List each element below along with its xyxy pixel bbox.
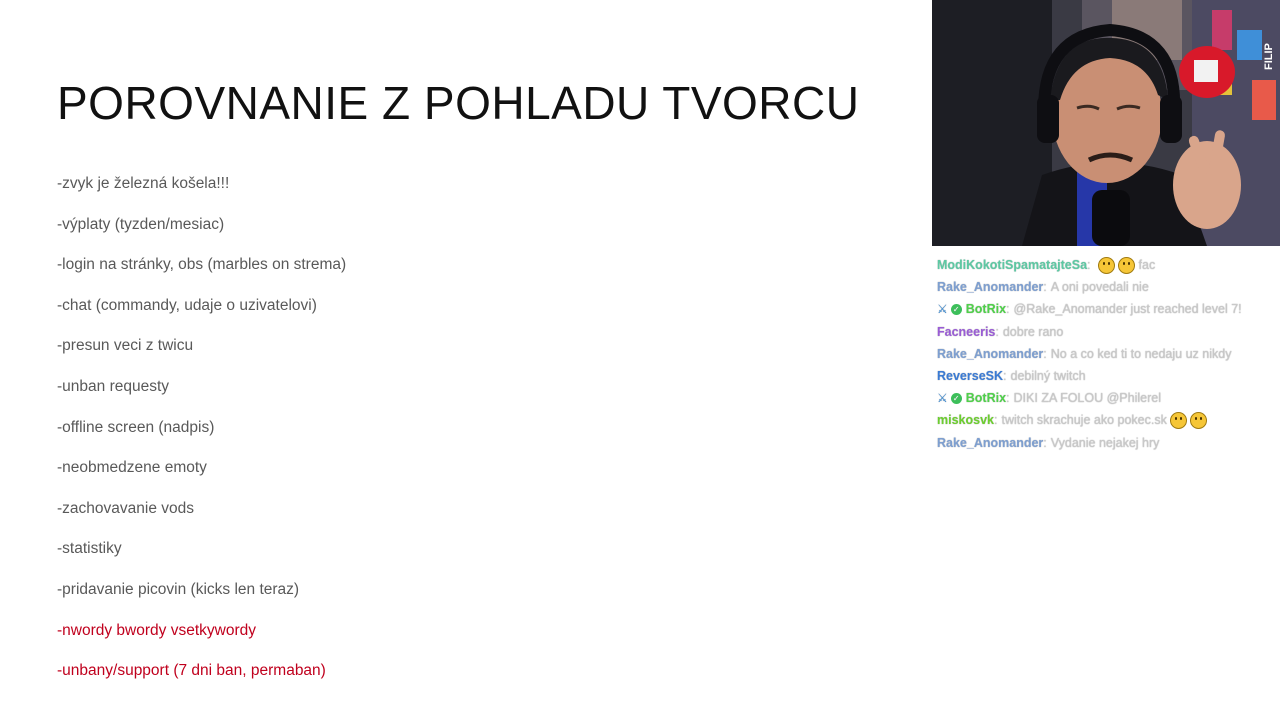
chat-separator: : — [1003, 369, 1007, 384]
bullet-item: -neobmedzene emoty — [57, 459, 207, 477]
bullet-item: -chat (commandy, udaje o uzivatelovi) — [57, 296, 317, 314]
chat-username[interactable]: miskosvk — [937, 410, 994, 430]
chat-text: @Rake_Anomander just reached level 7! — [1013, 302, 1242, 317]
chat-separator: : — [993, 413, 998, 428]
chat-separator: : — [1006, 391, 1010, 406]
chat-message: ⚔ ✓ BotRix: DIKI ZA FOLOU @Philerel — [937, 387, 1277, 409]
chat-username[interactable]: Rake_Anomander — [937, 433, 1043, 453]
chat-separator: : — [1087, 258, 1091, 273]
chat-separator: : — [995, 324, 999, 339]
bullet-item: -offline screen (nadpis) — [57, 418, 215, 436]
chat-message: ModiKokotiSpamatajteSa: fac — [937, 254, 1277, 276]
slide-title: POROVNANIE Z POHLADU TVORCU — [57, 77, 860, 129]
bullet-item: -presun veci z twicu — [57, 337, 194, 355]
poster-text: FILIP — [1263, 43, 1275, 70]
bullet-item: -pridavanie picovin (kicks len teraz) — [57, 580, 300, 598]
chat-text: twitch skrachuje ako pokec.sk — [1001, 413, 1167, 428]
chat-separator: : — [1043, 346, 1047, 361]
chat-message: Rake_Anomander: A oni povedali nie — [937, 276, 1277, 298]
chat-separator: : — [1043, 435, 1047, 450]
chat-username[interactable]: BotRix — [966, 299, 1006, 319]
verified-icon: ✓ — [950, 303, 962, 315]
emote-icon — [1189, 411, 1207, 429]
sword-icon: ⚔ — [937, 302, 948, 317]
bullet-item: -zachovavanie vods — [57, 499, 194, 517]
chat-text: fac — [1138, 258, 1156, 273]
chat-message: miskosvk: twitch skrachuje ako pokec.sk — [937, 409, 1277, 431]
bullet-list: -zvyk je železná košela!!! -výplaty (tyzd… — [57, 174, 346, 702]
chat-separator: : — [1043, 280, 1047, 295]
chat-separator: : — [1006, 302, 1010, 317]
chat-message: Rake_Anomander: Vydanie nejakej hry — [937, 432, 1277, 454]
emote-icon — [1097, 256, 1115, 274]
bullet-item: -nwordy bwordy vsetkywordy — [57, 621, 256, 639]
chat-text: A oni povedali nie — [1050, 280, 1149, 295]
chat-username[interactable]: ModiKokotiSpamatajteSa — [937, 255, 1087, 275]
chat-username[interactable]: BotRix — [966, 388, 1006, 408]
emote-icon — [1169, 411, 1187, 429]
bullet-item: -statistiky — [57, 540, 122, 558]
chat-text: dobre rano — [1002, 324, 1064, 339]
bullet-item: -unbany/support (7 dni ban, permaban) — [57, 662, 326, 680]
chat-message: ReverseSK: debilný twitch — [937, 365, 1277, 387]
chat-message: ⚔ ✓ BotRix: @Rake_Anomander just reached le… — [937, 298, 1277, 320]
chat-text: DIKI ZA FOLOU @Philerel — [1013, 391, 1161, 406]
presentation-slide: POROVNANIE Z POHLADU TVORCU -zvyk je žel… — [0, 0, 930, 720]
emote-icon — [1117, 256, 1135, 274]
chat-username[interactable]: ReverseSK — [937, 366, 1003, 386]
bullet-item: -zvyk je železná košela!!! — [57, 175, 230, 192]
stream-chat-overlay: ModiKokotiSpamatajteSa: fac Rake_Anomander… — [937, 254, 1277, 454]
chat-username[interactable]: Rake_Anomander — [937, 277, 1043, 297]
chat-username[interactable]: Facneeris — [937, 322, 995, 342]
sword-icon: ⚔ — [937, 391, 948, 406]
chat-text: debilný twitch — [1010, 369, 1086, 384]
chat-username[interactable]: Rake_Anomander — [937, 344, 1043, 364]
bullet-item: -unban requesty — [57, 377, 170, 395]
webcam-overlay: FILIP — [932, 0, 1280, 246]
webcam-video-frame: FILIP — [932, 0, 1280, 246]
verified-icon: ✓ — [950, 392, 962, 404]
bullet-item: -login na stránky, obs (marbles on strem… — [57, 256, 347, 274]
chat-message: Facneeris: dobre rano — [937, 321, 1277, 343]
chat-message: Rake_Anomander: No a co ked ti to nedaju … — [937, 343, 1277, 365]
chat-text: Vydanie nejakej hry — [1050, 435, 1160, 450]
chat-text: No a co ked ti to nedaju uz nikdy — [1050, 346, 1232, 361]
bullet-item: -výplaty (tyzden/mesiac) — [57, 215, 225, 233]
